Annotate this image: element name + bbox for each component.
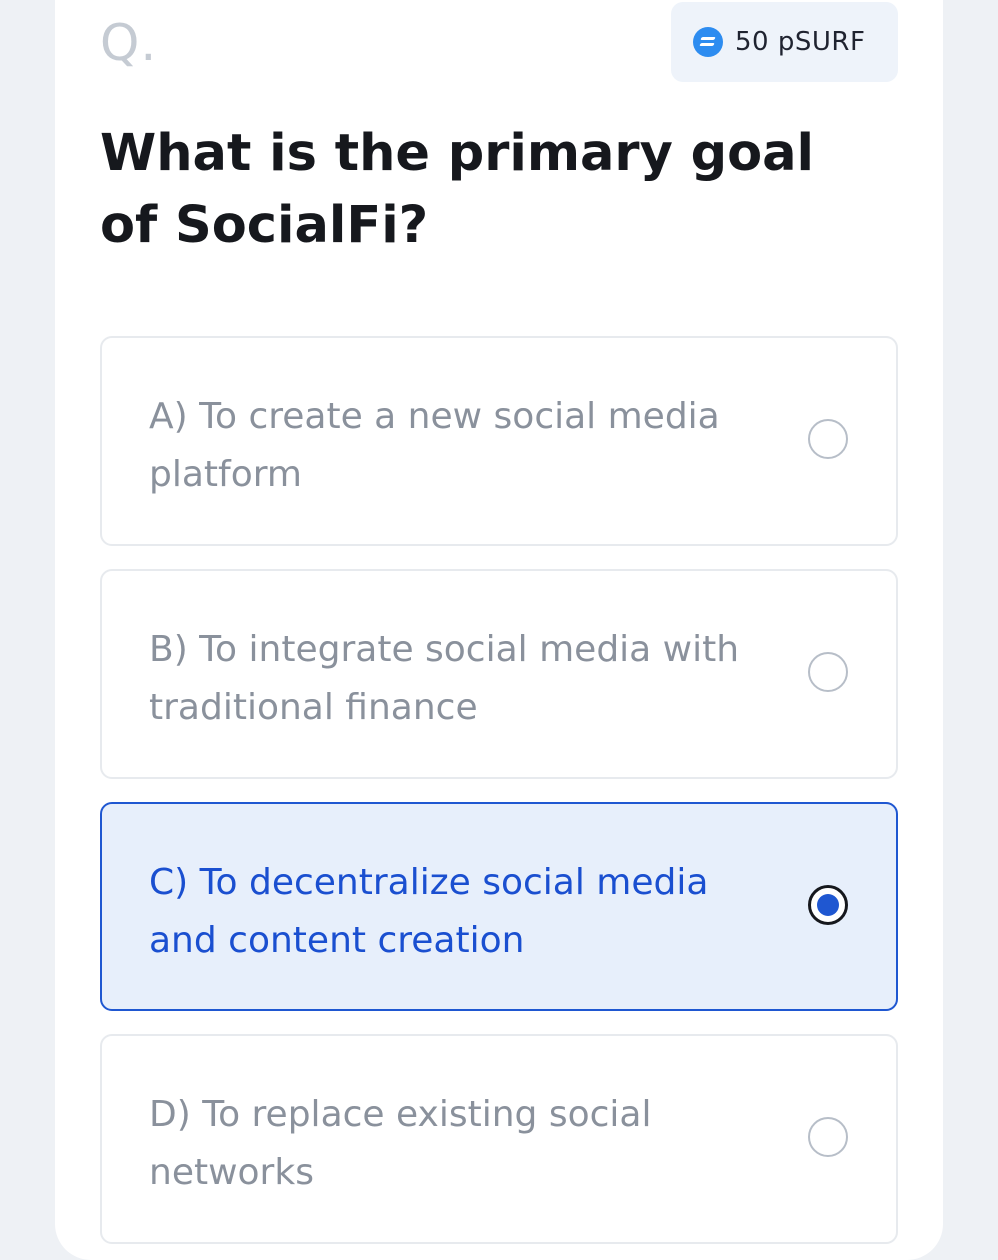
coin-icon	[693, 27, 723, 57]
option-b[interactable]: B) To integrate social media with tradit…	[100, 569, 898, 779]
option-d[interactable]: D) To replace existing social networks	[100, 1034, 898, 1244]
option-c[interactable]: C) To decentralize social media and cont…	[100, 802, 898, 1011]
option-c-radio[interactable]	[808, 885, 848, 925]
reward-badge: 50 pSURF	[671, 2, 898, 82]
option-d-label: D) To replace existing social networks	[149, 1094, 652, 1193]
option-a-label: A) To create a new social media platform	[149, 396, 720, 495]
reward-amount: 50 pSURF	[735, 27, 866, 57]
option-d-radio[interactable]	[808, 1117, 848, 1157]
option-a-radio[interactable]	[808, 419, 848, 459]
question-marker: Q.	[100, 14, 158, 72]
question-text: What is the primary goal of SocialFi?	[100, 124, 815, 255]
option-c-label: C) To decentralize social media and cont…	[149, 862, 709, 961]
option-b-radio[interactable]	[808, 652, 848, 692]
option-a[interactable]: A) To create a new social media platform	[100, 336, 898, 546]
option-b-label: B) To integrate social media with tradit…	[149, 629, 740, 728]
